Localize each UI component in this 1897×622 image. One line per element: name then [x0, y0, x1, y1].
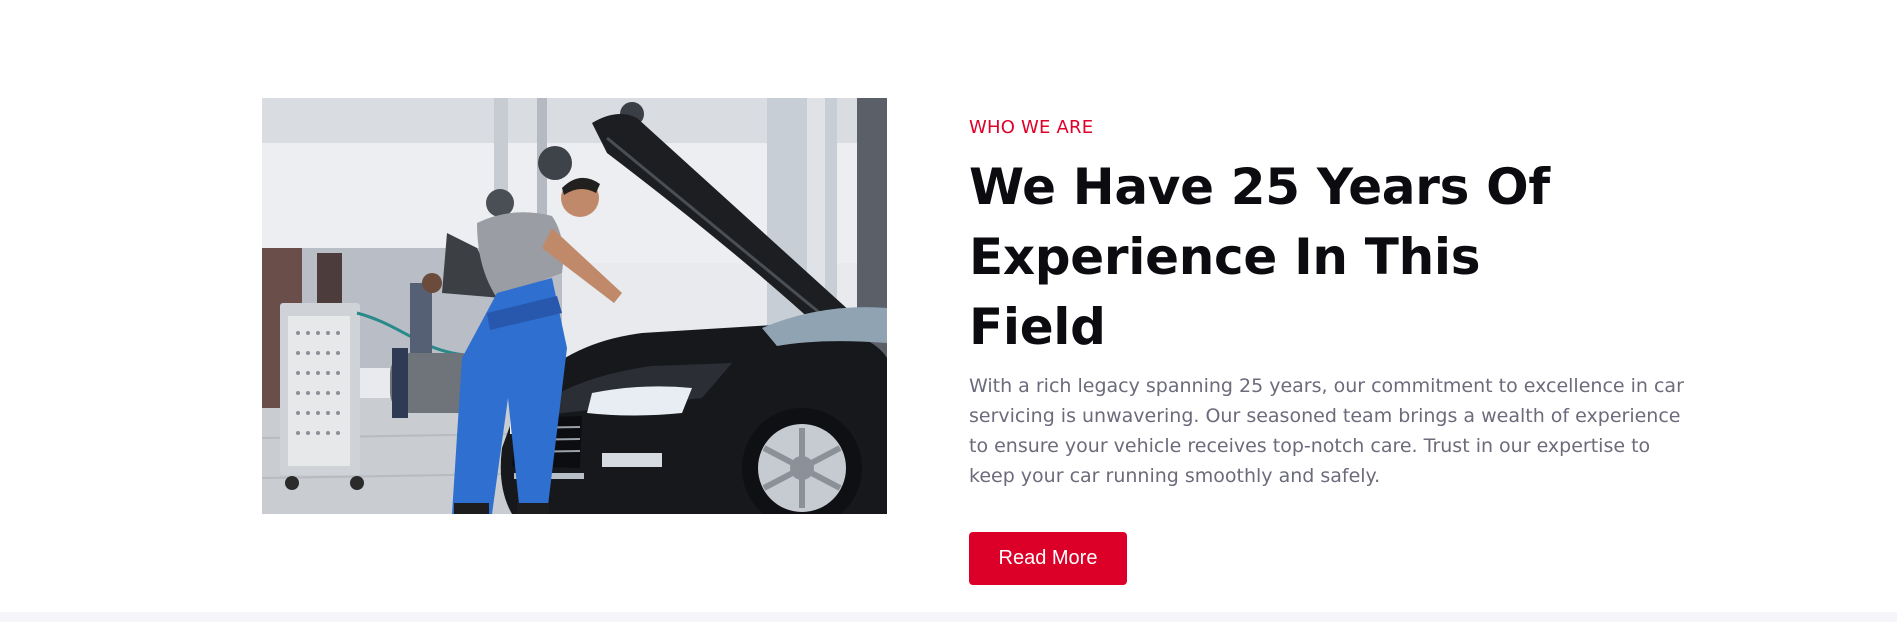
read-more-button[interactable]: Read More: [969, 532, 1127, 585]
section-eyebrow: WHO WE ARE: [969, 117, 1094, 138]
next-section-edge: [0, 612, 1897, 622]
about-section: WHO WE ARE We Have 25 Years Of Experienc…: [0, 0, 1897, 612]
mechanic-servicing-car-photo: [262, 98, 887, 514]
about-content: WHO WE ARE We Have 25 Years Of Experienc…: [969, 114, 1689, 585]
section-heading: We Have 25 Years Of Experience In This F…: [969, 158, 1550, 356]
section-description: With a rich legacy spanning 25 years, ou…: [969, 375, 1684, 487]
